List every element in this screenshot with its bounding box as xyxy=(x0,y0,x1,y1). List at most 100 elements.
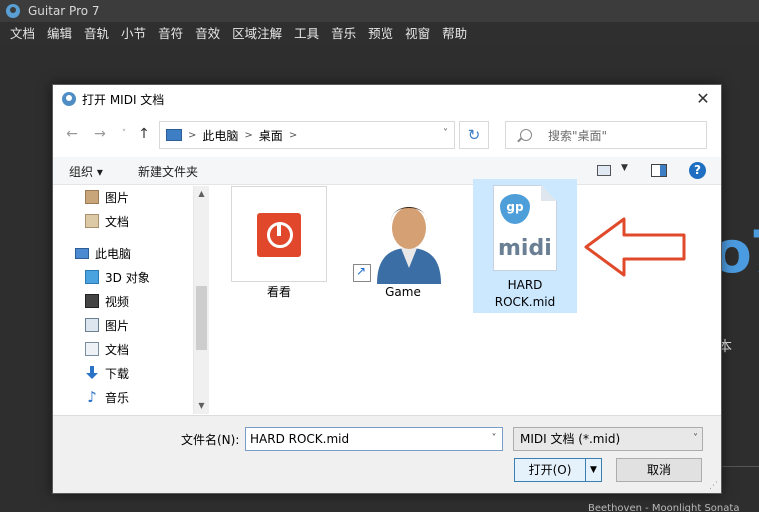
file-item-selected[interactable]: gp midi HARD ROCK.mid xyxy=(473,179,577,313)
preview-pane-icon[interactable] xyxy=(651,164,667,177)
menu-bar: 文档 编辑 音轨 小节 音符 音效 区域注解 工具 音乐 预览 视窗 帮助 xyxy=(0,22,759,46)
menu-sound[interactable]: 音乐 xyxy=(325,22,362,46)
annotation-arrow xyxy=(584,217,686,277)
resize-grip-icon[interactable]: ⋰ xyxy=(709,481,719,491)
chevron-down-icon: ▼ xyxy=(621,163,628,173)
documents-icon xyxy=(85,342,99,356)
shortcut-arrow-icon xyxy=(353,264,371,282)
nav-item-label: 文档 xyxy=(105,342,130,357)
search-placeholder: 搜索"桌面" xyxy=(548,128,608,143)
guitar-pick-icon: gp xyxy=(500,194,530,224)
background-recent-item[interactable]: Beethoven - Moonlight Sonata xyxy=(588,503,739,512)
open-button[interactable]: 打开(O) ▼ xyxy=(514,458,602,482)
midi-icon-text: midi xyxy=(498,236,552,261)
nav-item-this-pc[interactable]: 此电脑 xyxy=(75,242,131,264)
pictures-icon xyxy=(85,318,99,332)
guitar-pro-logo-icon xyxy=(62,92,76,106)
forward-arrow-icon[interactable]: → xyxy=(91,125,109,143)
menu-edit[interactable]: 编辑 xyxy=(41,22,78,46)
nav-item-pictures[interactable]: 图片 xyxy=(85,186,129,208)
filename-field[interactable]: HARD ROCK.mid xyxy=(245,427,503,451)
open-midi-dialog: 打开 MIDI 文档 ✕ ← → ˅ ↑ > 此电脑 > 桌面 > ˅ ↻ 搜索… xyxy=(52,84,722,494)
menu-window[interactable]: 视窗 xyxy=(399,22,436,46)
nav-item-label: 视频 xyxy=(105,294,130,309)
menu-note[interactable]: 音符 xyxy=(152,22,189,46)
breadcrumb-chevron-icon[interactable]: > xyxy=(188,130,196,141)
nav-item-videos[interactable]: 视频 xyxy=(85,290,129,312)
nav-item-3d-objects[interactable]: 3D 对象 xyxy=(85,266,150,288)
menu-section[interactable]: 区域注解 xyxy=(226,22,288,46)
menu-file[interactable]: 文档 xyxy=(4,22,41,46)
nav-item-label: 3D 对象 xyxy=(105,270,150,285)
app-titlebar: Guitar Pro 7 xyxy=(0,0,759,22)
breadcrumb-desktop[interactable]: 桌面 xyxy=(259,127,283,144)
cancel-button[interactable]: 取消 xyxy=(616,458,702,482)
file-name: ROCK.mid xyxy=(494,295,556,309)
address-bar[interactable]: > 此电脑 > 桌面 > ˅ xyxy=(159,121,455,149)
chevron-down-icon: ˅ xyxy=(693,433,698,444)
breadcrumb-chevron-icon[interactable]: > xyxy=(289,130,297,141)
search-icon xyxy=(520,129,532,141)
up-arrow-icon[interactable]: ↑ xyxy=(135,125,153,143)
chevron-down-icon[interactable]: ▼ xyxy=(585,459,601,481)
change-view-button[interactable]: ▼ xyxy=(597,163,633,178)
nav-item-pictures-pc[interactable]: 图片 xyxy=(85,314,129,336)
chevron-down-icon[interactable]: ˅ xyxy=(443,128,448,139)
nav-item-label: 图片 xyxy=(105,318,130,333)
app-title: Guitar Pro 7 xyxy=(28,4,100,18)
search-input[interactable]: 搜索"桌面" xyxy=(505,121,707,149)
chevron-down-icon[interactable]: ˅ xyxy=(485,427,503,451)
documents-icon xyxy=(85,214,99,228)
guitar-pro-logo-icon xyxy=(6,4,20,18)
file-item[interactable]: Game xyxy=(351,186,455,320)
file-name: 看看 xyxy=(266,285,291,299)
filename-label: 文件名(N): xyxy=(181,433,240,447)
recent-locations-chevron-icon[interactable]: ˅ xyxy=(115,125,133,143)
menu-track[interactable]: 音轨 xyxy=(78,22,115,46)
downloads-icon xyxy=(85,366,99,380)
nav-item-label: 图片 xyxy=(105,190,130,205)
this-pc-icon xyxy=(75,247,89,259)
view-icon xyxy=(597,165,611,176)
dialog-footer: 文件名(N): HARD ROCK.mid ˅ MIDI 文档 (*.mid) … xyxy=(53,415,721,493)
nav-item-label: 下载 xyxy=(105,366,130,381)
menu-help[interactable]: 帮助 xyxy=(436,22,473,46)
file-item[interactable]: 看看 xyxy=(227,186,331,320)
menu-view[interactable]: 预览 xyxy=(362,22,399,46)
nav-item-label: 文档 xyxy=(105,214,130,229)
command-toolbar: 组织 ▾ 新建文件夹 ▼ ? xyxy=(53,157,721,185)
refresh-button[interactable]: ↻ xyxy=(459,121,489,149)
organize-button[interactable]: 组织 ▾ xyxy=(69,163,103,180)
filetype-value: MIDI 文档 (*.mid) xyxy=(520,432,621,446)
nav-item-label: 音乐 xyxy=(105,390,130,405)
back-arrow-icon[interactable]: ← xyxy=(63,125,81,143)
navigation-pane: 图片 文档 此电脑 3D 对象 视频 图片 文档 下载 ♪ 音乐 xyxy=(53,186,209,414)
scrollbar-thumb[interactable] xyxy=(196,286,207,350)
guitar-pro-midi-file-icon: gp midi xyxy=(493,185,557,271)
music-icon: ♪ xyxy=(87,388,97,406)
help-icon[interactable]: ? xyxy=(689,162,706,179)
open-button-label: 打开(O) xyxy=(528,463,572,477)
nav-item-downloads[interactable]: 下载 xyxy=(85,362,129,384)
scroll-down-arrow-icon[interactable]: ▼ xyxy=(194,398,209,414)
close-icon[interactable]: ✕ xyxy=(693,89,713,109)
nav-item-documents[interactable]: 文档 xyxy=(85,210,129,232)
kankan-app-icon xyxy=(257,213,301,257)
user-avatar-shortcut-icon xyxy=(377,207,441,284)
menu-bar-measure[interactable]: 小节 xyxy=(115,22,152,46)
videos-icon xyxy=(85,294,99,308)
refresh-icon: ↻ xyxy=(467,126,481,144)
scroll-up-arrow-icon[interactable]: ▲ xyxy=(194,186,209,202)
menu-tools[interactable]: 工具 xyxy=(288,22,325,46)
new-folder-button[interactable]: 新建文件夹 xyxy=(138,163,198,180)
filetype-select[interactable]: MIDI 文档 (*.mid) ˅ xyxy=(513,427,703,451)
menu-effects[interactable]: 音效 xyxy=(189,22,226,46)
file-name: Game xyxy=(385,285,421,299)
breadcrumb-chevron-icon[interactable]: > xyxy=(244,130,252,141)
breadcrumb-this-pc[interactable]: 此电脑 xyxy=(202,127,238,144)
navigation-scrollbar[interactable]: ▲ ▼ xyxy=(193,186,209,414)
nav-item-music[interactable]: ♪ 音乐 xyxy=(85,386,129,408)
nav-item-documents-pc[interactable]: 文档 xyxy=(85,338,129,360)
dialog-titlebar: 打开 MIDI 文档 ✕ xyxy=(53,85,721,113)
this-pc-icon xyxy=(166,129,182,141)
